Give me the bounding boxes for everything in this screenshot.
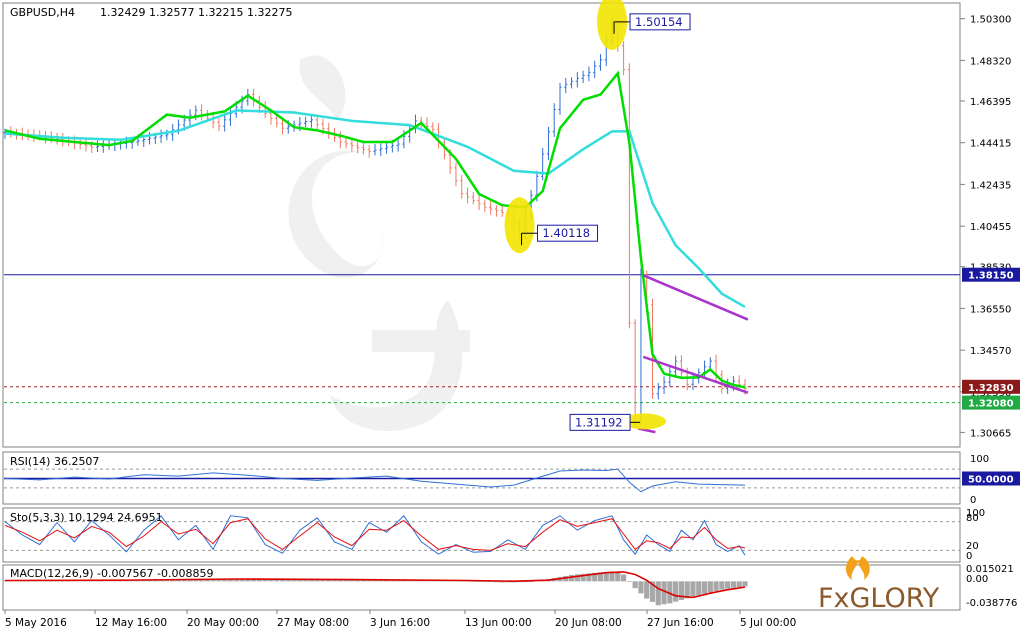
chart-window: 1.50154 1.40118 1.31192 1.50300 1.48320 1.46… [0, 0, 1024, 636]
macd-bar-111 [644, 581, 650, 599]
chart-svg: 1.50154 1.40118 1.31192 1.50300 1.48320 1.46… [0, 0, 1024, 636]
macd-bar-106 [615, 572, 621, 582]
macd-bar-113 [655, 581, 661, 606]
time-tick-label-1: 12 May 16:00 [95, 617, 167, 629]
macd-bar-110 [638, 581, 644, 594]
macd-bar-114 [661, 581, 667, 605]
price-tick-label-7: 1.36550 [970, 304, 1011, 315]
time-tick-label-7: 27 Jun 16:00 [647, 617, 714, 629]
price-tick-label-2: 1.46395 [970, 97, 1011, 108]
macd-title: MACD(12,26,9) -0.007567 -0.008859 [10, 567, 213, 580]
macd-bar-108 [626, 581, 632, 582]
macd-bar-124 [719, 581, 725, 590]
macd-bar-118 [684, 581, 690, 599]
price-tick-label-1: 1.48320 [970, 56, 1011, 67]
macd-bar-109 [632, 581, 638, 589]
ohlc-label: 1.32429 1.32577 1.32215 1.32275 [100, 6, 292, 19]
background [0, 0, 1024, 636]
time-tick-label-0: 5 May 2016 [5, 617, 67, 629]
sto-tick-1: 80 [966, 513, 979, 524]
time-tick-label-8: 5 Jul 00:00 [740, 617, 796, 629]
rsi-title: RSI(14) 36.2507 [10, 455, 99, 468]
annotation-label-1: 1.40118 [543, 226, 591, 240]
rsi-tick-100: 100 [970, 454, 989, 465]
macd-tick-1: 0.00 [966, 574, 988, 585]
logo-text: FxGLORY [818, 583, 940, 614]
macd-bar-127 [736, 581, 742, 587]
macd-bar-121 [701, 581, 708, 594]
macd-bar-125 [725, 581, 731, 589]
annotation-label-0: 1.50154 [635, 15, 683, 29]
macd-bar-122 [707, 581, 713, 593]
hline-label-1: 1.32830 [968, 383, 1014, 394]
macd-tick-2: -0.038776 [966, 598, 1017, 609]
rsi-tick-0: 0 [970, 495, 976, 506]
macd-bar-126 [730, 581, 737, 588]
rsi-level-label: 50.0000 [968, 475, 1014, 486]
annotation-label-2: 1.31192 [575, 415, 623, 429]
macd-bar-116 [673, 581, 679, 602]
time-tick-label-2: 20 May 00:00 [187, 617, 259, 629]
macd-bar-119 [690, 581, 696, 597]
price-tick-label-0: 1.50300 [970, 15, 1011, 26]
time-tick-label-3: 27 May 08:00 [277, 617, 349, 629]
price-tick-label-5: 1.40455 [970, 222, 1011, 233]
macd-bar-120 [696, 581, 702, 596]
price-tick-label-10: 1.30665 [970, 428, 1011, 439]
symbol-label: GBPUSD,H4 [10, 6, 75, 19]
macd-bar-123 [713, 581, 719, 592]
time-tick-label-4: 3 Jun 16:00 [370, 617, 430, 629]
time-tick-label-5: 13 Jun 00:00 [465, 617, 532, 629]
hline-label-0: 1.38150 [968, 271, 1014, 282]
price-tick-label-3: 1.44415 [970, 139, 1011, 150]
macd-bar-128 [742, 581, 748, 587]
time-tick-label-6: 20 Jun 08:00 [555, 617, 622, 629]
price-tick-label-4: 1.42435 [970, 180, 1011, 191]
sto-tick-3: 0 [966, 551, 972, 562]
highlight-ellipse-1 [504, 197, 535, 254]
sto-title: Sto(5,3,3) 10.1294 24.6951 [10, 511, 163, 524]
hline-label-2: 1.32080 [968, 399, 1014, 410]
price-tick-label-8: 1.34570 [970, 346, 1011, 357]
macd-bar-107 [620, 574, 627, 582]
